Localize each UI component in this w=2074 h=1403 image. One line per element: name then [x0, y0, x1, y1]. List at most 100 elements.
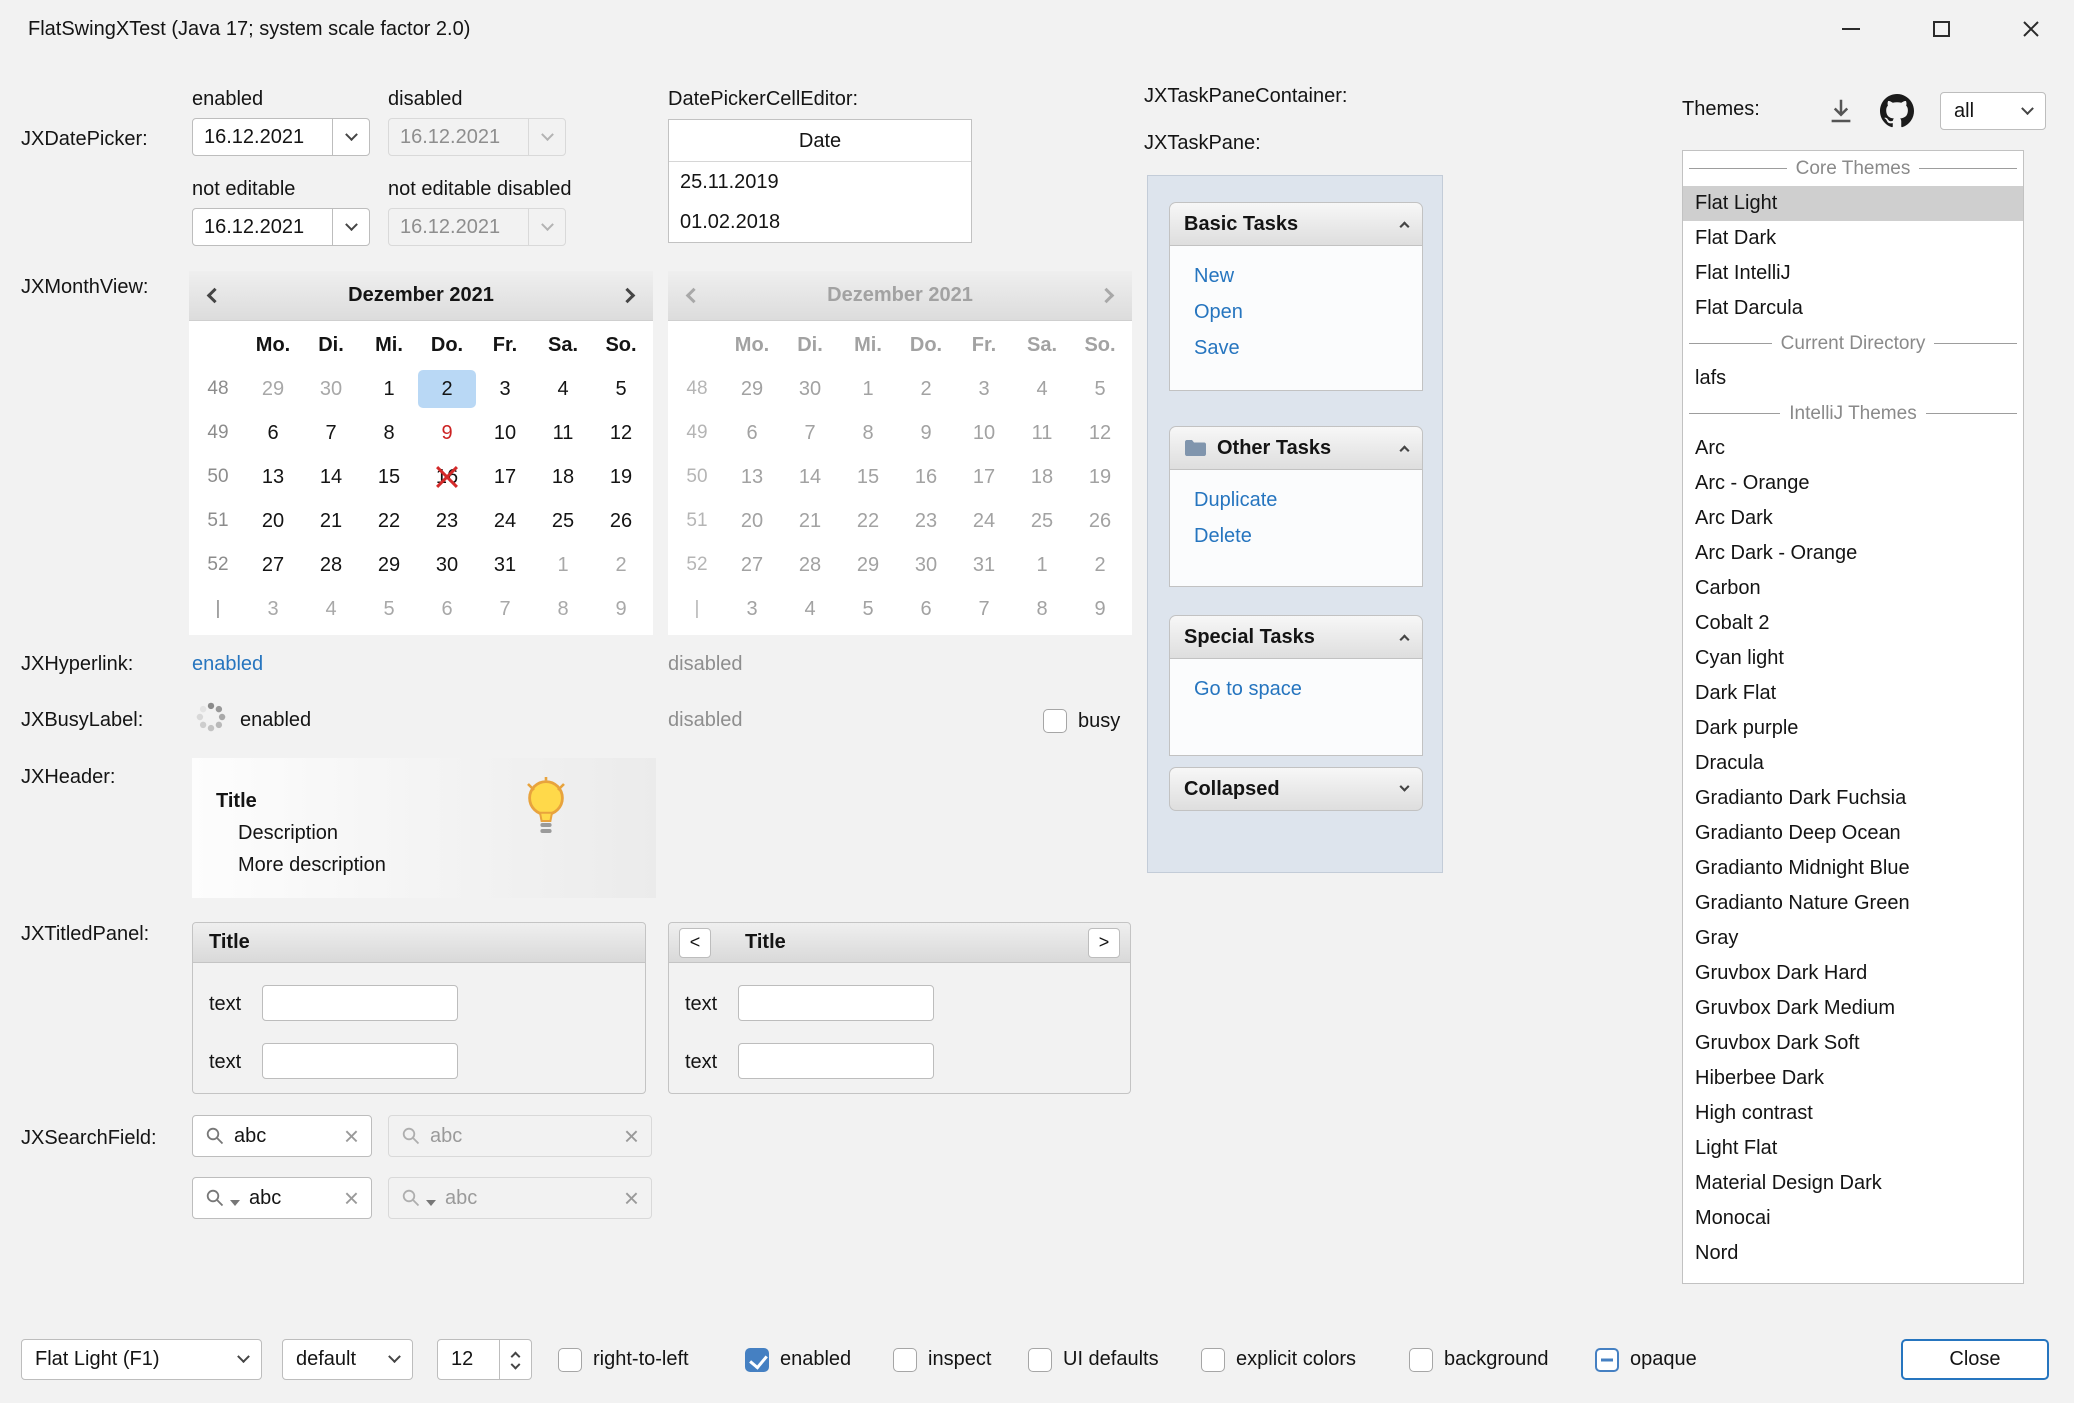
download-icon[interactable]: [1826, 96, 1856, 126]
calendar-day-cell[interactable]: 19: [592, 458, 650, 496]
expand-double-chevron-down-icon[interactable]: [1401, 786, 1408, 793]
collapse-double-chevron-up-icon[interactable]: [1401, 443, 1408, 454]
calendar-day-cell[interactable]: 3: [476, 370, 534, 408]
calendar-day-cell[interactable]: 9: [592, 590, 650, 628]
titledpanel-prev-button[interactable]: <: [679, 928, 711, 958]
clear-icon[interactable]: ×: [344, 1126, 359, 1146]
calendar-day-cell[interactable]: 26: [592, 502, 650, 540]
taskpane-link[interactable]: Open: [1194, 294, 1422, 330]
calendar-day-cell[interactable]: 31: [476, 546, 534, 584]
celleditor-column-header[interactable]: Date: [669, 120, 971, 162]
themes-list-item[interactable]: Arc Dark - Orange: [1683, 536, 2023, 571]
checkbox-inspect[interactable]: inspect: [893, 1339, 991, 1380]
themes-list-item[interactable]: Light Flat: [1683, 1131, 2023, 1166]
calendar-day-cell[interactable]: 23: [418, 502, 476, 540]
calendar-day-cell[interactable]: 14: [302, 458, 360, 496]
calendar-day-cell[interactable]: 8: [360, 414, 418, 452]
calendar-day-cell[interactable]: 4: [534, 370, 592, 408]
calendar-day-cell[interactable]: 29: [244, 370, 302, 408]
close-window-button[interactable]: [2000, 6, 2062, 52]
calendar-day-cell[interactable]: 29: [360, 546, 418, 584]
checkbox-box[interactable]: [558, 1348, 582, 1372]
calendar-day-cell[interactable]: 15: [360, 458, 418, 496]
calendar-day-cell[interactable]: 10: [476, 414, 534, 452]
calendar-day-cell[interactable]: 4: [302, 590, 360, 628]
themes-list-item[interactable]: Hiberbee Dark: [1683, 1061, 2023, 1096]
celleditor-row[interactable]: 25.11.2019: [669, 162, 971, 202]
collapse-double-chevron-up-icon[interactable]: [1401, 632, 1408, 643]
themes-list-item[interactable]: Flat Dark: [1683, 221, 2023, 256]
taskpane-link[interactable]: New: [1194, 258, 1422, 294]
taskpane-header-collapsed[interactable]: Collapsed: [1169, 767, 1423, 811]
calendar-day-cell[interactable]: 27: [244, 546, 302, 584]
taskpane-header-basic-tasks[interactable]: Basic Tasks: [1169, 202, 1423, 246]
calendar-day-cell[interactable]: 7: [302, 414, 360, 452]
clear-icon[interactable]: ×: [344, 1188, 359, 1208]
calendar-day-cell[interactable]: 11: [534, 414, 592, 452]
themes-list-item[interactable]: Gruvbox Dark Hard: [1683, 956, 2023, 991]
themes-list-item[interactable]: Arc - Orange: [1683, 466, 2023, 501]
calendar-day-cell[interactable]: 7: [476, 590, 534, 628]
themes-list-item[interactable]: lafs: [1683, 361, 2023, 396]
themes-list-item[interactable]: Flat Light: [1683, 186, 2023, 221]
github-icon[interactable]: [1880, 94, 1914, 128]
text-input[interactable]: [738, 1043, 934, 1079]
collapse-double-chevron-up-icon[interactable]: [1401, 219, 1408, 230]
checkbox-ui-defaults[interactable]: UI defaults: [1028, 1339, 1159, 1380]
taskpane-link[interactable]: Duplicate: [1194, 482, 1422, 518]
calendar-day-cell[interactable]: 12: [592, 414, 650, 452]
laf-combobox[interactable]: Flat Light (F1): [21, 1339, 262, 1380]
themes-filter-combobox[interactable]: all: [1940, 92, 2046, 130]
calendar-day-cell[interactable]: 2: [592, 546, 650, 584]
text-input[interactable]: [262, 1043, 458, 1079]
themes-list-item[interactable]: Dark purple: [1683, 711, 2023, 746]
spinner-down-icon[interactable]: [511, 1359, 521, 1369]
datepicker-not-editable[interactable]: 16.12.2021: [192, 208, 370, 246]
taskpane-header-special-tasks[interactable]: Special Tasks: [1169, 615, 1423, 659]
search-input[interactable]: abc: [249, 1187, 335, 1210]
close-button[interactable]: Close: [1901, 1339, 2049, 1380]
calendar-day-cell[interactable]: 30: [418, 546, 476, 584]
themes-list-item[interactable]: Gray: [1683, 921, 2023, 956]
calendar-day-cell[interactable]: 5: [360, 590, 418, 628]
calendar-day-cell[interactable]: 20: [244, 502, 302, 540]
calendar-day-cell[interactable]: 5: [592, 370, 650, 408]
calendar-day-cell[interactable]: 6: [244, 414, 302, 452]
themes-list[interactable]: Core ThemesFlat LightFlat DarkFlat Intel…: [1682, 150, 2024, 1284]
themes-list-item[interactable]: Gradianto Dark Fuchsia: [1683, 781, 2023, 816]
themes-list-item[interactable]: Flat Darcula: [1683, 291, 2023, 326]
search-input[interactable]: abc: [234, 1125, 335, 1148]
calendar-day-cell[interactable]: 30: [302, 370, 360, 408]
checkbox-box[interactable]: [1409, 1348, 1433, 1372]
checkbox-box[interactable]: [1595, 1348, 1619, 1372]
themes-list-item[interactable]: Arc Dark: [1683, 501, 2023, 536]
themes-list-item[interactable]: Gruvbox Dark Medium: [1683, 991, 2023, 1026]
taskpane-link[interactable]: Go to space: [1194, 671, 1422, 707]
busy-checkbox[interactable]: busy: [1043, 705, 1120, 737]
themes-list-item[interactable]: Gruvbox Dark Soft: [1683, 1026, 2023, 1061]
search-field-enabled[interactable]: abc ×: [192, 1115, 372, 1157]
calendar-day-cell[interactable]: 8: [534, 590, 592, 628]
minimize-button[interactable]: [1820, 6, 1882, 52]
text-input[interactable]: [738, 985, 934, 1021]
calendar-day-cell[interactable]: 17: [476, 458, 534, 496]
themes-list-item[interactable]: Carbon: [1683, 571, 2023, 606]
themes-list-item[interactable]: Flat IntelliJ: [1683, 256, 2023, 291]
calendar-next-icon[interactable]: [620, 288, 636, 304]
checkbox-box[interactable]: [745, 1348, 769, 1372]
calendar-day-cell[interactable]: 18: [534, 458, 592, 496]
font-combobox[interactable]: default: [282, 1339, 413, 1380]
checkbox-right-to-left[interactable]: right-to-left: [558, 1339, 689, 1380]
themes-list-item[interactable]: Material Design Dark: [1683, 1166, 2023, 1201]
checkbox-box[interactable]: [1043, 709, 1067, 733]
themes-list-item[interactable]: Arc: [1683, 431, 2023, 466]
calendar-day-cell[interactable]: 3: [244, 590, 302, 628]
themes-list-item[interactable]: Dark Flat: [1683, 676, 2023, 711]
datepicker-dropdown-button[interactable]: [332, 119, 369, 155]
calendar-day-cell[interactable]: 1: [360, 370, 418, 408]
maximize-button[interactable]: [1910, 6, 1972, 52]
calendar-day-cell[interactable]: 2: [418, 370, 476, 408]
calendar-prev-icon[interactable]: [207, 288, 223, 304]
themes-list-item[interactable]: Cobalt 2: [1683, 606, 2023, 641]
taskpane-link[interactable]: Save: [1194, 330, 1422, 366]
